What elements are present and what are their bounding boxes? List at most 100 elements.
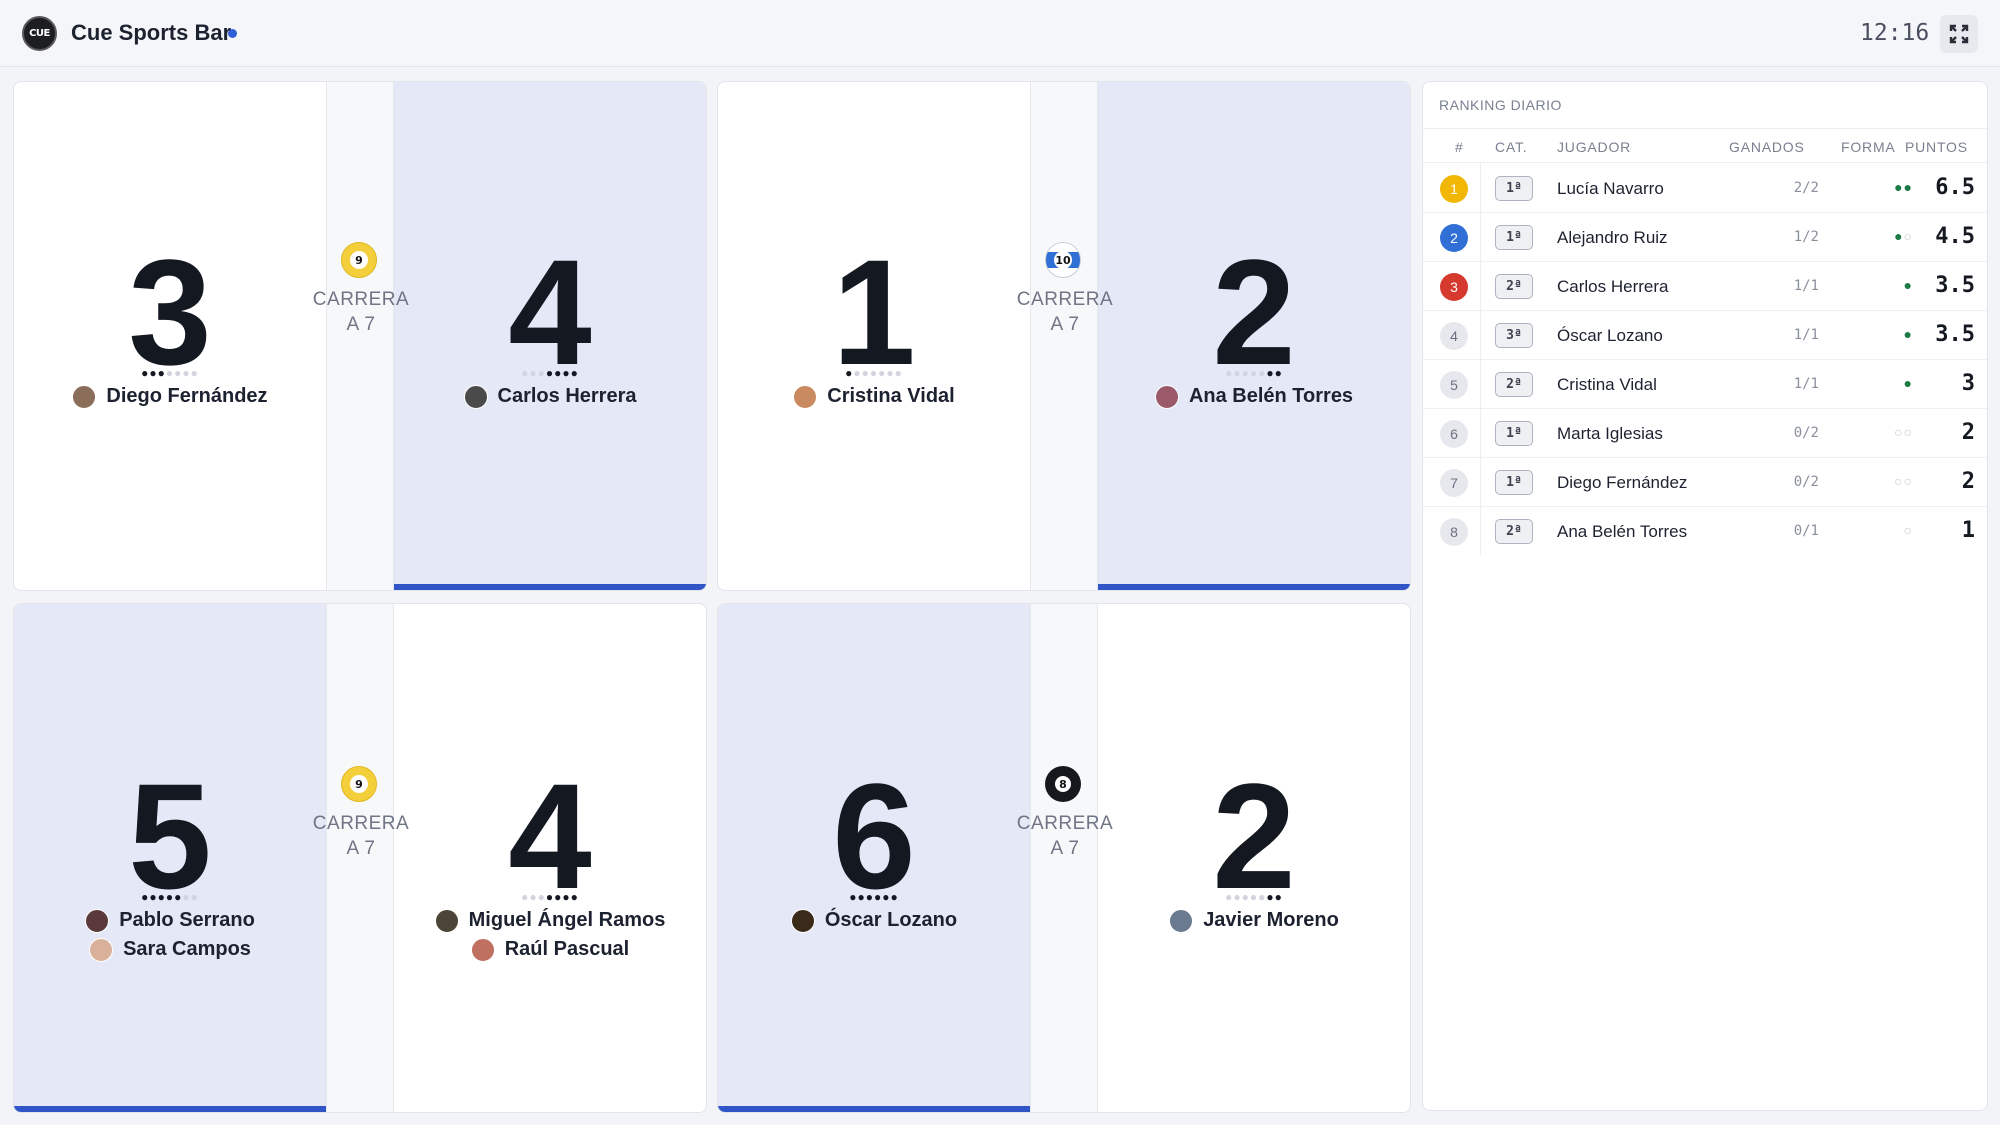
- rack-dot: ●: [570, 366, 579, 380]
- player-name-row[interactable]: Pablo Serrano: [14, 906, 326, 935]
- race-to-label: CARRERA A 7: [1009, 287, 1121, 337]
- ball-10-icon: 10: [1045, 242, 1081, 278]
- right-score: 4: [508, 752, 592, 920]
- player-name: Miguel Ángel Ramos: [468, 909, 666, 931]
- ranking-row[interactable]: 8 2ª Ana Belén Torres 0/1 ○ 1: [1423, 507, 1987, 556]
- category-badge: 2ª: [1495, 372, 1533, 397]
- category-badge: 1ª: [1495, 225, 1533, 250]
- right-score: 2: [1212, 228, 1296, 396]
- rack-dot: ●: [529, 366, 538, 380]
- left-rack-dots: ●●●●●●●: [718, 367, 1030, 379]
- rack-dot: ●: [545, 366, 555, 380]
- player-name-row[interactable]: Cristina Vidal: [718, 382, 1030, 411]
- player-name: Carlos Herrera: [1557, 277, 1669, 296]
- player-name-row[interactable]: Carlos Herrera: [394, 382, 706, 411]
- rank-position-badge: 8: [1440, 518, 1468, 546]
- ranking-row[interactable]: 7 1ª Diego Fernández 0/2 ○○ 2: [1423, 458, 1987, 507]
- pool-table-card[interactable]: 1 ●●●●●●● Cristina Vidal 2 ●●●●●●● Ana Belén …: [717, 81, 1411, 591]
- player-name: Óscar Lozano: [1557, 326, 1663, 345]
- form-indicator: ○○: [1833, 424, 1913, 440]
- form-indicator: ●: [1833, 326, 1913, 342]
- rack-dot: ●: [849, 890, 858, 904]
- ranking-row[interactable]: 1 1ª Lucía Navarro 2/2 ●● 6.5: [1423, 164, 1987, 213]
- category-badge: 1ª: [1495, 470, 1533, 495]
- player-avatar: [85, 908, 110, 933]
- form-indicator: ○○: [1833, 473, 1913, 489]
- ranking-row[interactable]: 6 1ª Marta Iglesias 0/2 ○○ 2: [1423, 409, 1987, 458]
- games-won: 1/1: [1793, 327, 1819, 343]
- left-score: 6: [832, 752, 916, 920]
- left-score: 3: [128, 228, 212, 396]
- rack-dot: ●: [1233, 366, 1242, 380]
- player-name: Javier Moreno: [1203, 909, 1339, 931]
- right-side-panel: 4 ●●●●●●● Carlos Herrera: [394, 82, 706, 590]
- player-name-row[interactable]: Miguel Ángel Ramos: [394, 906, 706, 935]
- rack-dot: ●: [1274, 890, 1283, 904]
- ranking-header-row: # CAT. JUGADOR GANADOS FORMA PUNTOS: [1423, 128, 1987, 163]
- rack-dot: ●: [149, 366, 158, 380]
- rank-position-badge: 5: [1440, 371, 1468, 399]
- games-won: 2/2: [1793, 180, 1819, 196]
- rack-dot: ●: [865, 890, 874, 904]
- points: 2: [1961, 469, 1975, 494]
- pool-table-card[interactable]: 5 ●●●●●●● Pablo Serrano Sara Campos 4 ●●●●●●●…: [13, 603, 707, 1113]
- player-name: Ana Belén Torres: [1557, 522, 1688, 541]
- rack-dot: ●: [529, 890, 538, 904]
- rack-dot: ●: [182, 366, 191, 380]
- form-indicator: ●○: [1833, 228, 1913, 244]
- ranking-row[interactable]: 3 2ª Carlos Herrera 1/1 ● 3.5: [1423, 262, 1987, 311]
- column-form: FORMA: [1841, 139, 1896, 155]
- ball-9-icon: 9: [341, 242, 377, 278]
- ranking-row[interactable]: 2 1ª Alejandro Ruiz 1/2 ●○ 4.5: [1423, 213, 1987, 262]
- player-avatar: [1169, 908, 1194, 933]
- pool-table-card[interactable]: 3 ●●●●●●● Diego Fernández 4 ●●●●●●● Carlos He…: [13, 81, 707, 591]
- player-avatar: [72, 384, 97, 409]
- rack-dot: ●: [537, 366, 546, 380]
- right-players: Carlos Herrera: [394, 382, 706, 411]
- rack-dot: ●: [562, 366, 571, 380]
- form-indicator: ●: [1833, 277, 1913, 293]
- category-badge: 1ª: [1495, 421, 1533, 446]
- player-name-row[interactable]: Sara Campos: [14, 935, 326, 964]
- live-indicator: [228, 29, 237, 38]
- player-name: Cristina Vidal: [1557, 375, 1657, 394]
- player-name: Raúl Pascual: [504, 938, 630, 960]
- rank-position-badge: 2: [1440, 224, 1468, 252]
- rack-dot: ●: [886, 366, 895, 380]
- ranking-row[interactable]: 4 3ª Óscar Lozano 1/1 ● 3.5: [1423, 311, 1987, 360]
- daily-ranking-panel: RANKING DIARIO # CAT. JUGADOR GANADOS FO…: [1422, 81, 1988, 1111]
- race-info: 9 CARRERA A 7: [313, 82, 409, 590]
- column-won: GANADOS: [1729, 139, 1805, 155]
- player-name-row[interactable]: Diego Fernández: [14, 382, 326, 411]
- player-name-row[interactable]: Ana Belén Torres: [1098, 382, 1410, 411]
- player-name-row[interactable]: Raúl Pascual: [394, 935, 706, 964]
- pool-table-card[interactable]: 6 ●●●●●● Óscar Lozano 2 ●●●●●●● Javier Moreno…: [717, 603, 1411, 1113]
- rank-position-badge: 4: [1440, 322, 1468, 350]
- player-name-row[interactable]: Óscar Lozano: [718, 906, 1030, 935]
- player-name: Pablo Serrano: [119, 909, 255, 931]
- category-badge: 2ª: [1495, 519, 1533, 544]
- rank-position-badge: 6: [1440, 420, 1468, 448]
- player-avatar: [463, 384, 488, 409]
- ball-number: 9: [350, 775, 368, 793]
- player-name: Marta Iglesias: [1557, 424, 1663, 443]
- rack-dot: ●: [882, 890, 891, 904]
- player-name: Ana Belén Torres: [1188, 385, 1354, 407]
- column-category: CAT.: [1495, 139, 1528, 155]
- race-info: 9 CARRERA A 7: [313, 604, 409, 1112]
- fullscreen-button[interactable]: [1940, 15, 1978, 53]
- ranking-row[interactable]: 5 2ª Cristina Vidal 1/1 ● 3: [1423, 360, 1987, 409]
- right-players: Javier Moreno: [1098, 906, 1410, 935]
- rack-dot: ●: [1249, 890, 1259, 904]
- rack-dot: ●: [853, 366, 862, 380]
- rack-dot: ●: [1241, 366, 1250, 380]
- right-players: Ana Belén Torres: [1098, 382, 1410, 411]
- player-name-row[interactable]: Javier Moreno: [1098, 906, 1410, 935]
- rack-dot: ●: [165, 366, 175, 380]
- points: 3: [1961, 371, 1975, 396]
- points: 3.5: [1935, 273, 1975, 298]
- rack-dot: ●: [857, 890, 866, 904]
- ball-number: 9: [350, 251, 368, 269]
- right-rack-dots: ●●●●●●●: [394, 891, 706, 903]
- right-score: 4: [508, 228, 592, 396]
